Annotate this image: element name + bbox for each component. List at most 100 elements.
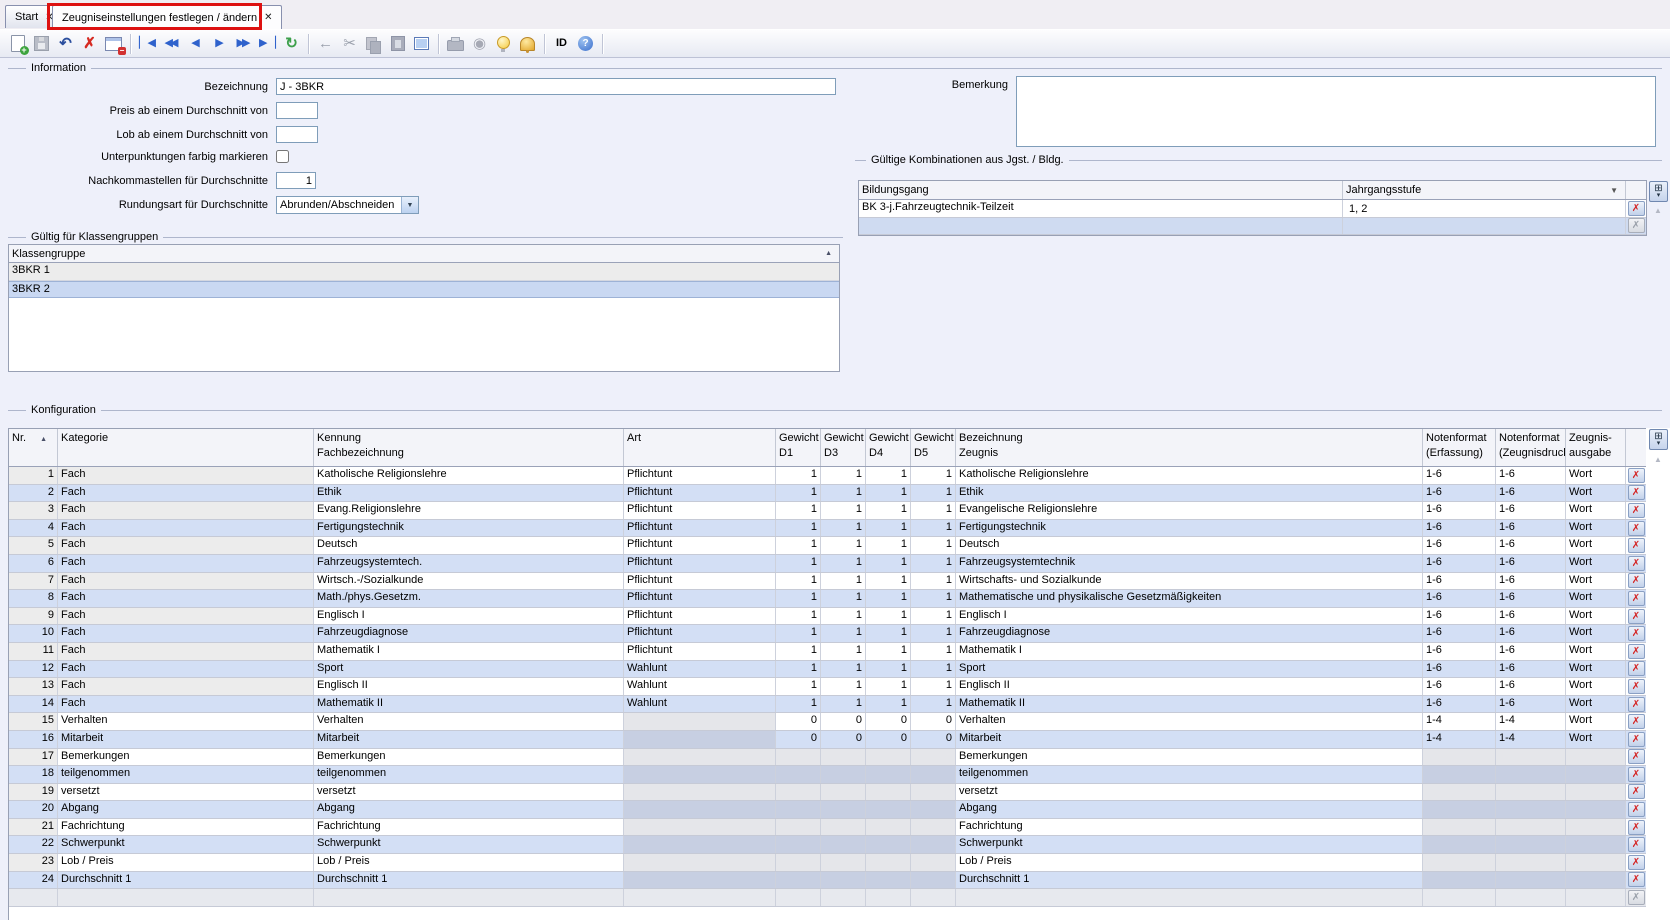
record-id-button[interactable]: ID	[550, 32, 573, 55]
klassengruppe-row[interactable]: 3BKR 2	[9, 281, 839, 299]
column-bezeichnung-zeugnis[interactable]: BezeichnungZeugnis	[956, 429, 1423, 466]
klassengruppen-header[interactable]: Klassengruppe ▲	[9, 245, 839, 263]
column-gewicht-d4[interactable]: GewichtD4	[866, 429, 911, 466]
unterpunktungen-checkbox[interactable]	[276, 150, 289, 163]
save-button[interactable]	[30, 32, 53, 55]
sort-ascending-icon[interactable]: ▲	[825, 250, 836, 257]
column-bildungsgang[interactable]: Bildungsgang	[859, 181, 1343, 199]
refresh-button[interactable]: ↻	[280, 32, 303, 55]
delete-row-button[interactable]: ✗	[1628, 679, 1645, 694]
table-row[interactable]: 11 Fach Mathematik I Pflichtunt 1 1 1 1 …	[9, 643, 1646, 661]
delete-row-button[interactable]: ✗	[1628, 485, 1645, 500]
select-region-button[interactable]	[410, 32, 433, 55]
column-gewicht-d3[interactable]: GewichtD3	[821, 429, 866, 466]
column-nr[interactable]: Nr.▲	[9, 429, 58, 466]
table-row[interactable]: 22 Schwerpunkt Schwerpunkt Schwerpunkt ✗	[9, 836, 1646, 854]
delete-row-button[interactable]: ✗	[1628, 714, 1645, 729]
delete-row-button[interactable]: ✗	[1628, 503, 1645, 518]
column-art[interactable]: Art	[624, 429, 776, 466]
column-gewicht-d1[interactable]: GewichtD1	[776, 429, 821, 466]
delete-row-button[interactable]: ✗	[1628, 538, 1645, 553]
column-gewicht-d5[interactable]: GewichtD5	[911, 429, 956, 466]
chevron-down-icon[interactable]: ▼	[1610, 183, 1622, 198]
hint-bulb-button[interactable]	[492, 32, 515, 55]
column-kennung[interactable]: KennungFachbezeichnung	[314, 429, 624, 466]
delete-row-button[interactable]: ✗	[1628, 626, 1645, 641]
table-row[interactable]: 24 Durchschnitt 1 Durchschnitt 1 Durchsc…	[9, 872, 1646, 890]
delete-row-button[interactable]: ✗	[1628, 591, 1645, 606]
nav-next-fast-button[interactable]: ▶▶	[232, 32, 255, 55]
table-row[interactable]: 10 Fach Fahrzeugdiagnose Pflichtunt 1 1 …	[9, 625, 1646, 643]
nachkommastellen-input[interactable]	[276, 172, 316, 189]
delete-row-button[interactable]: ✗	[1628, 521, 1645, 536]
delete-row-button[interactable]: ✗	[1628, 661, 1645, 676]
delete-row-button[interactable]: ✗	[1628, 784, 1645, 799]
column-notenformat-erfassung[interactable]: Notenformat(Erfassung)	[1423, 429, 1496, 466]
nav-prev-fast-button[interactable]: ◀◀	[160, 32, 183, 55]
bezeichnung-input[interactable]	[276, 78, 836, 95]
lob-input[interactable]	[276, 126, 318, 143]
nav-last-button[interactable]: ▶▕	[256, 32, 279, 55]
delete-row-button[interactable]: ✗	[1628, 855, 1645, 870]
delete-row-button[interactable]: ✗	[1628, 644, 1645, 659]
table-row[interactable]: 21 Fachrichtung Fachrichtung Fachrichtun…	[9, 819, 1646, 837]
table-row[interactable]: 3 Fach Evang.Religionslehre Pflichtunt 1…	[9, 502, 1646, 520]
delete-row-button[interactable]: ✗	[1628, 556, 1645, 571]
table-row[interactable]: 4 Fach Fertigungstechnik Pflichtunt 1 1 …	[9, 520, 1646, 538]
delete-row-button[interactable]: ✗	[1628, 468, 1645, 483]
scroll-up-icon[interactable]: ▲	[1650, 453, 1666, 467]
table-row[interactable]: 23 Lob / Preis Lob / Preis Lob / Preis ✗	[9, 854, 1646, 872]
scroll-up-icon[interactable]: ▲	[1650, 204, 1666, 218]
delete-row-button[interactable]: ✗	[1628, 872, 1645, 887]
table-row[interactable]: 2 Fach Ethik Pflichtunt 1 1 1 1 Ethik 1-…	[9, 485, 1646, 503]
nav-first-button[interactable]: ▏◀	[136, 32, 159, 55]
cut-button[interactable]: ✂	[338, 32, 361, 55]
delete-row-button[interactable]: ✗	[1628, 609, 1645, 624]
column-zeugnisausgabe[interactable]: Zeugnis-ausgabe	[1566, 429, 1626, 466]
table-row[interactable]: 15 Verhalten Verhalten 0 0 0 0 Verhalten…	[9, 713, 1646, 731]
notification-bell-button[interactable]	[516, 32, 539, 55]
chevron-down-icon[interactable]: ▼	[401, 197, 418, 213]
kombination-insert-row[interactable]: ✗	[859, 218, 1646, 236]
table-row[interactable]: 13 Fach Englisch II Wahlunt 1 1 1 1 Engl…	[9, 678, 1646, 696]
delete-row-button[interactable]: ✗	[1628, 837, 1645, 852]
table-row[interactable]: 18 teilgenommen teilgenommen teilgenomme…	[9, 766, 1646, 784]
delete-row-button[interactable]: ✗	[1628, 201, 1645, 216]
delete-row-button[interactable]: ✗	[1628, 820, 1645, 835]
delete-row-button[interactable]: ✗	[1628, 697, 1645, 712]
delete-row-button[interactable]: ✗	[1628, 573, 1645, 588]
kombination-row[interactable]: BK 3-j.Fahrzeugtechnik-Teilzeit 1, 2 ✗	[859, 200, 1646, 218]
delete-row-button[interactable]: ✗	[1628, 802, 1645, 817]
konfiguration-column-chooser-button[interactable]: ⊞ ▾	[1649, 429, 1668, 450]
undo-button[interactable]: ↶	[54, 32, 77, 55]
form-remove-button[interactable]	[102, 32, 125, 55]
table-row[interactable]: 12 Fach Sport Wahlunt 1 1 1 1 Sport 1-6 …	[9, 661, 1646, 679]
preis-input[interactable]	[276, 102, 318, 119]
table-row[interactable]: 1 Fach Katholische Religionslehre Pflich…	[9, 467, 1646, 485]
nav-next-button[interactable]: ▶	[208, 32, 231, 55]
delete-button[interactable]: ✗	[78, 32, 101, 55]
table-row[interactable]: 20 Abgang Abgang Abgang ✗	[9, 801, 1646, 819]
delete-row-button[interactable]: ✗	[1628, 749, 1645, 764]
rundungsart-select[interactable]: Abrunden/Abschneiden ▼	[276, 196, 419, 214]
table-row[interactable]: 7 Fach Wirtsch.-/Sozialkunde Pflichtunt …	[9, 573, 1646, 591]
delete-row-button[interactable]: ✗	[1628, 732, 1645, 747]
table-insert-row[interactable]: ✗	[9, 889, 1646, 907]
klassengruppe-row[interactable]: 3BKR 1	[9, 263, 839, 281]
table-row[interactable]: 19 versetzt versetzt versetzt ✗	[9, 784, 1646, 802]
new-record-button[interactable]	[6, 32, 29, 55]
nav-prev-button[interactable]: ◀	[184, 32, 207, 55]
column-notenformat-zeugnisdruck[interactable]: Notenformat(Zeugnisdruck)	[1496, 429, 1566, 466]
print-button[interactable]	[444, 32, 467, 55]
table-row[interactable]: 16 Mitarbeit Mitarbeit 0 0 0 0 Mitarbeit…	[9, 731, 1646, 749]
column-jahrgangsstufe[interactable]: Jahrgangsstufe▼	[1343, 181, 1626, 199]
copy-button[interactable]	[362, 32, 385, 55]
table-row[interactable]: 17 Bemerkungen Bemerkungen Bemerkungen ✗	[9, 749, 1646, 767]
close-icon[interactable]: ✕	[264, 12, 272, 23]
column-kategorie[interactable]: Kategorie	[58, 429, 314, 466]
table-row[interactable]: 8 Fach Math./phys.Gesetzm. Pflichtunt 1 …	[9, 590, 1646, 608]
table-row[interactable]: 5 Fach Deutsch Pflichtunt 1 1 1 1 Deutsc…	[9, 537, 1646, 555]
kombinationen-column-chooser-button[interactable]: ⊞ ▾	[1649, 181, 1668, 202]
table-row[interactable]: 6 Fach Fahrzeugsystemtech. Pflichtunt 1 …	[9, 555, 1646, 573]
back-button[interactable]: ←	[314, 32, 337, 55]
